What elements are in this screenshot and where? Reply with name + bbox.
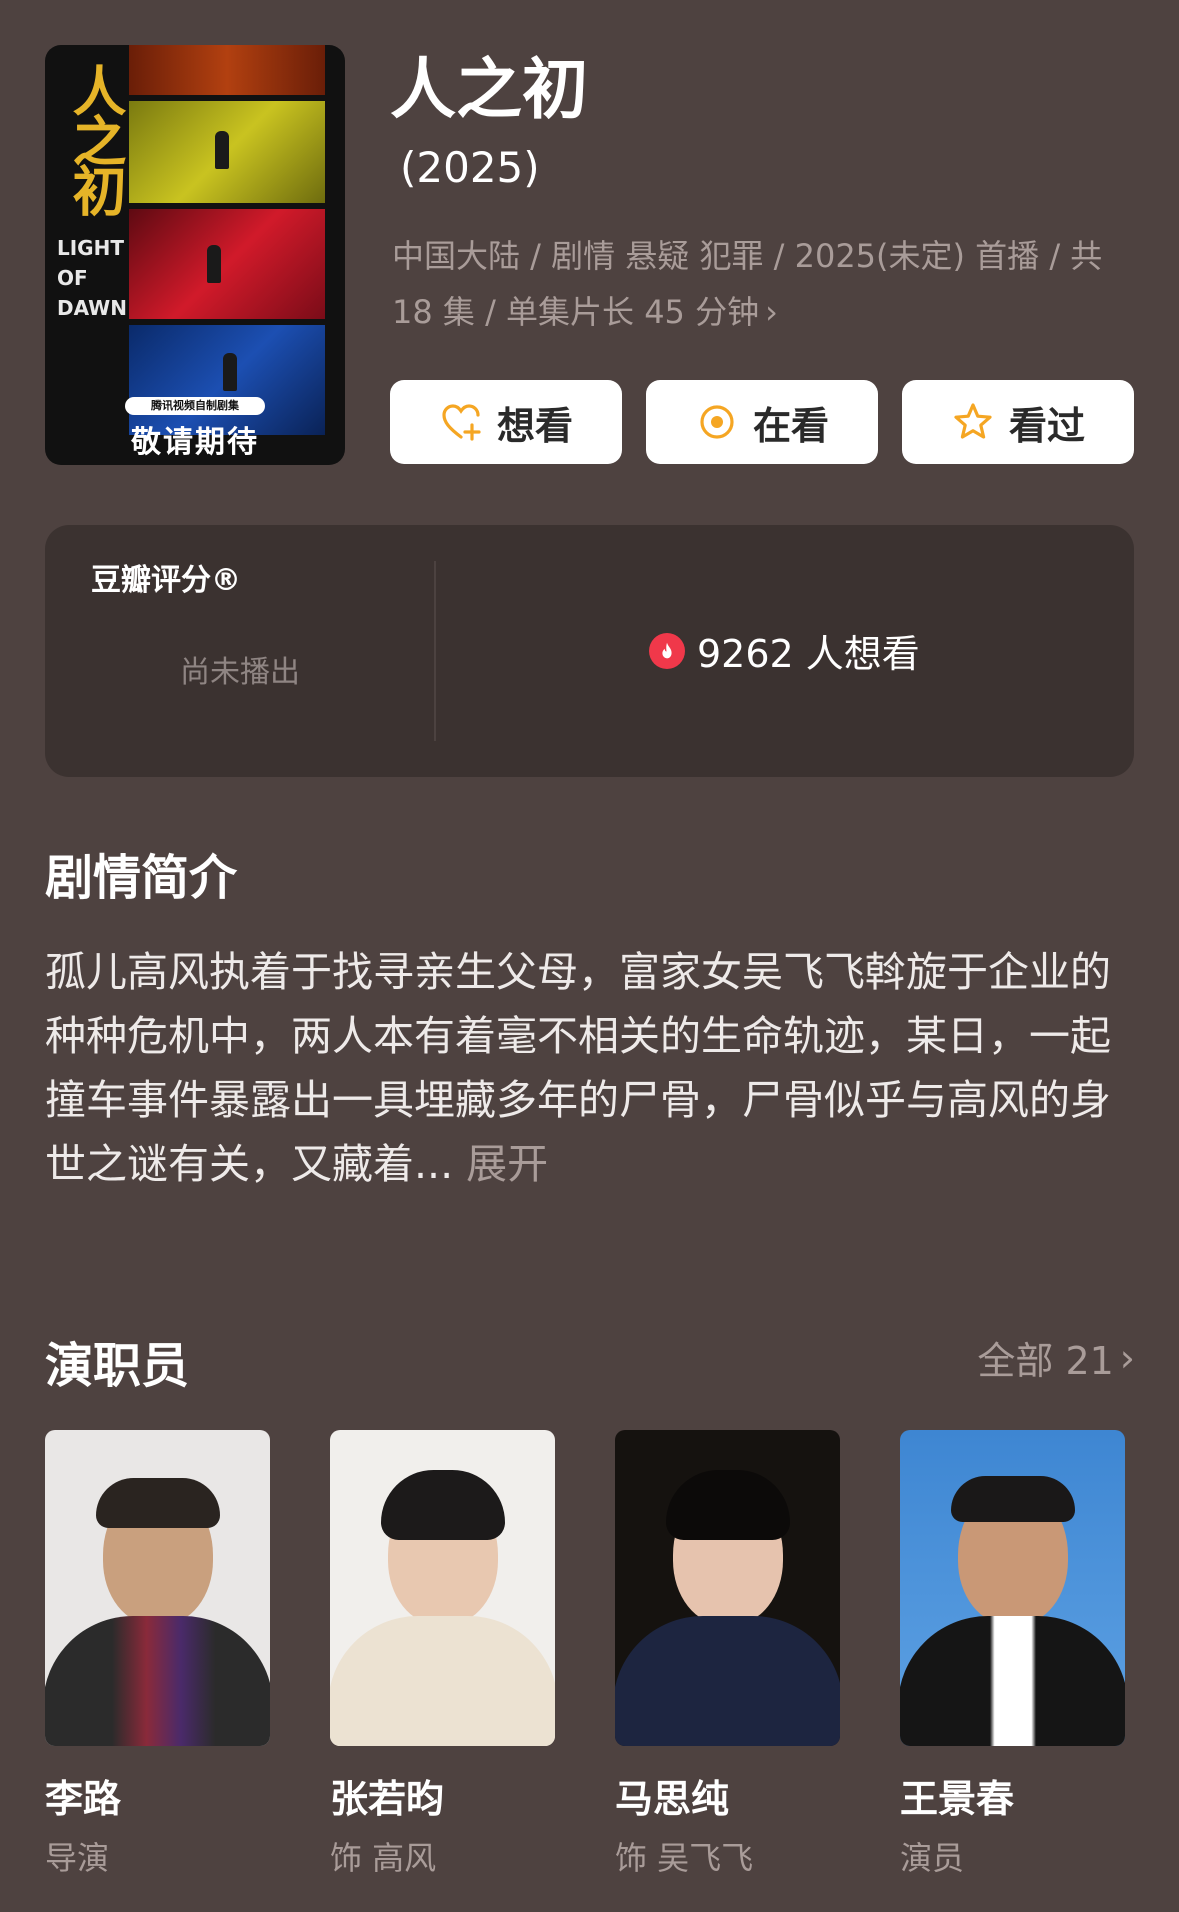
poster-panel-yellow (129, 101, 325, 203)
synopsis-text-block: 孤儿高风执着于找寻亲生父母，富家女吴飞飞斡旋于企业的种种危机中，两人本有着毫不相… (45, 940, 1135, 1196)
want-to-watch-label: 想看 (496, 403, 573, 448)
watching-label: 在看 (752, 403, 829, 448)
watched-button[interactable]: 看过 (902, 380, 1134, 464)
rating-card[interactable]: 豆瓣评分® 尚未播出 9262 人想看 (45, 525, 1134, 777)
poster-panel-red (129, 209, 325, 319)
star-icon (954, 403, 992, 439)
cast-photo (900, 1430, 1125, 1746)
action-bar: 想看 在看 看过 (390, 380, 1134, 464)
cast-photo (615, 1430, 840, 1746)
watching-circle-icon (700, 405, 734, 439)
cast-name: 王景春 (900, 1777, 1015, 1821)
wish-count: 9262 人想看 (649, 623, 920, 678)
cast-title: 演职员 (45, 1338, 190, 1394)
poster-figure (207, 245, 221, 283)
heart-plus-icon (442, 404, 481, 441)
cast-all-label: 全部 21 (977, 1339, 1114, 1383)
poster-panel-top (129, 45, 325, 95)
cast-role: 饰 吴飞飞 (615, 1839, 754, 1877)
cast-role: 演员 (900, 1839, 965, 1877)
cast-member[interactable]: 王景春 演员 (900, 1430, 1125, 1879)
synopsis-text: 孤儿高风执着于找寻亲生父母，富家女吴飞飞斡旋于企业的种种危机中，两人本有着毫不相… (45, 948, 1111, 1188)
movie-detail-page: 人之初 LIGHT OF DAWN 腾讯视频自制剧集 敬请期待 人之初 (202… (0, 0, 1179, 1912)
cast-member[interactable]: 李路 导演 (45, 1430, 270, 1879)
poster-tagline: 敬请期待 (131, 425, 259, 460)
cast-all-link[interactable]: 全部 21 › (977, 1330, 1135, 1385)
poster-image[interactable]: 人之初 LIGHT OF DAWN 腾讯视频自制剧集 敬请期待 (45, 45, 345, 465)
rating-label: 豆瓣评分® (91, 563, 241, 598)
expand-link[interactable]: 展开 (466, 1140, 548, 1188)
chevron-right-icon: › (1119, 1335, 1135, 1380)
cast-photo (45, 1430, 270, 1746)
poster-title-en: LIGHT OF DAWN (57, 236, 127, 320)
cast-member[interactable]: 张若昀 饰 高风 (330, 1430, 555, 1879)
synopsis-title: 剧情简介 (45, 850, 238, 906)
cast-member[interactable]: 马思纯 饰 吴飞飞 (615, 1430, 840, 1879)
watching-button[interactable]: 在看 (646, 380, 878, 464)
poster-studio: 腾讯视频自制剧集 (125, 397, 265, 415)
cast-role: 导演 (45, 1839, 110, 1877)
meta-info[interactable]: 中国大陆 / 剧情 悬疑 犯罪 / 2025(未定) 首播 / 共 18 集 /… (392, 228, 1132, 340)
cast-name: 李路 (45, 1777, 122, 1821)
cast-name: 马思纯 (615, 1777, 730, 1821)
fire-icon (649, 632, 685, 669)
meta-text: 中国大陆 / 剧情 悬疑 犯罪 / 2025(未定) 首播 / 共 18 集 /… (392, 237, 1103, 331)
want-to-watch-button[interactable]: 想看 (390, 380, 622, 464)
release-year: (2025) (400, 143, 540, 192)
cast-photo (330, 1430, 555, 1746)
page-title: 人之初 (390, 51, 588, 128)
cast-name: 张若昀 (330, 1777, 445, 1821)
wish-count-text: 9262 人想看 (697, 632, 920, 676)
poster-figure (215, 131, 229, 169)
rating-status: 尚未播出 (180, 655, 300, 690)
chevron-right-icon: › (765, 293, 778, 331)
cast-role: 饰 高风 (330, 1839, 437, 1877)
watched-label: 看过 (1008, 403, 1085, 448)
poster-figure (223, 353, 237, 391)
poster-title-cn: 人之初 (63, 63, 127, 213)
rating-divider (434, 561, 436, 741)
